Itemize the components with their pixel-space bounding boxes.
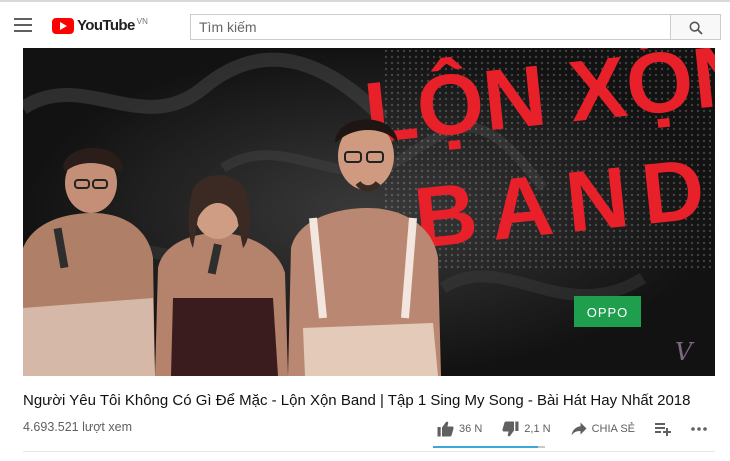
thumbs-up-icon [437, 421, 454, 437]
share-label: CHIA SẺ [591, 423, 635, 435]
youtube-play-icon [52, 18, 74, 34]
view-count: 4.693.521 lượt xem [23, 420, 132, 434]
save-to-playlist-button[interactable] [655, 422, 671, 436]
video-player[interactable]: LỘN XỘN BAND OPPO V [23, 48, 715, 376]
channel-watermark: V [675, 338, 695, 366]
like-ratio-fill [433, 446, 539, 448]
like-button[interactable]: 36 N [437, 421, 482, 437]
video-actions: 36 N 2,1 N CHIA SẺ [417, 420, 715, 438]
channel-watermark-text: V [675, 338, 695, 366]
dislike-count: 2,1 N [524, 423, 551, 435]
share-button[interactable]: CHIA SẺ [571, 422, 635, 436]
like-count: 36 N [459, 423, 483, 435]
dislike-button[interactable]: 2,1 N [502, 421, 551, 437]
video-frame: LỘN XỘN BAND OPPO V [23, 48, 715, 376]
divider [23, 451, 715, 452]
sponsor-logo-text: OPPO [587, 305, 629, 320]
like-dislike-ratio-bar [433, 446, 545, 448]
more-dots-icon [691, 427, 707, 431]
magnifier-icon [689, 21, 703, 35]
logo-text: YouTube [77, 17, 135, 34]
share-arrow-icon [571, 422, 587, 436]
sponsor-logo: OPPO [574, 296, 641, 327]
hamburger-menu-icon[interactable] [14, 18, 32, 32]
thumbs-down-icon [502, 421, 519, 437]
video-info: Người Yêu Tôi Không Có Gì Để Mặc - Lộn X… [23, 376, 715, 461]
youtube-logo[interactable]: YouTube VN [52, 16, 148, 36]
top-bar: YouTube VN [0, 0, 730, 48]
video-title: Người Yêu Tôi Không Có Gì Để Mặc - Lộn X… [23, 392, 691, 409]
search-button[interactable] [670, 14, 721, 40]
more-actions-button[interactable] [691, 427, 707, 431]
add-to-playlist-icon [655, 423, 671, 436]
logo-country-code: VN [136, 17, 148, 26]
search-input[interactable] [190, 14, 670, 40]
